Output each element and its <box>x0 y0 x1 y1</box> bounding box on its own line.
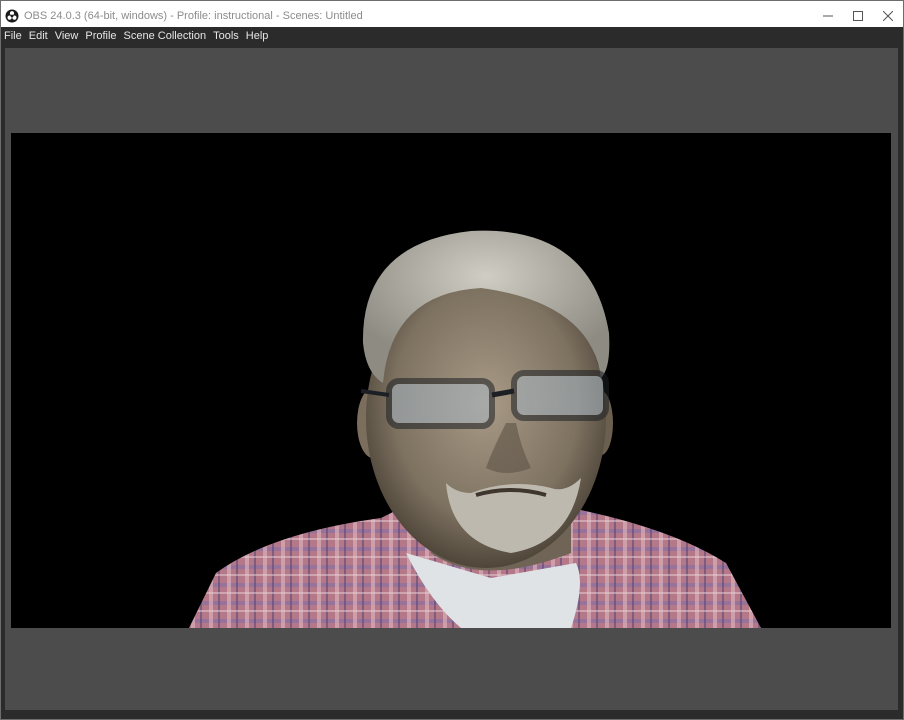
menu-profile[interactable]: Profile <box>82 30 120 42</box>
menu-edit[interactable]: Edit <box>26 30 52 42</box>
webcam-feed-image <box>11 133 891 628</box>
minimize-icon <box>823 15 833 17</box>
close-icon <box>883 11 893 21</box>
maximize-icon <box>853 11 863 21</box>
menu-help[interactable]: Help <box>243 30 273 42</box>
menu-scene-collection[interactable]: Scene Collection <box>121 30 211 42</box>
menu-view[interactable]: View <box>52 30 83 42</box>
window-title: OBS 24.0.3 (64-bit, windows) - Profile: … <box>24 10 363 22</box>
preview-canvas[interactable] <box>11 133 891 628</box>
menu-file[interactable]: File <box>1 30 26 42</box>
menu-bar: File Edit View Profile Scene Collection … <box>1 27 903 44</box>
menu-tools[interactable]: Tools <box>210 30 243 42</box>
obs-main-window: OBS 24.0.3 (64-bit, windows) - Profile: … <box>0 0 904 720</box>
obs-logo-icon <box>5 9 19 23</box>
